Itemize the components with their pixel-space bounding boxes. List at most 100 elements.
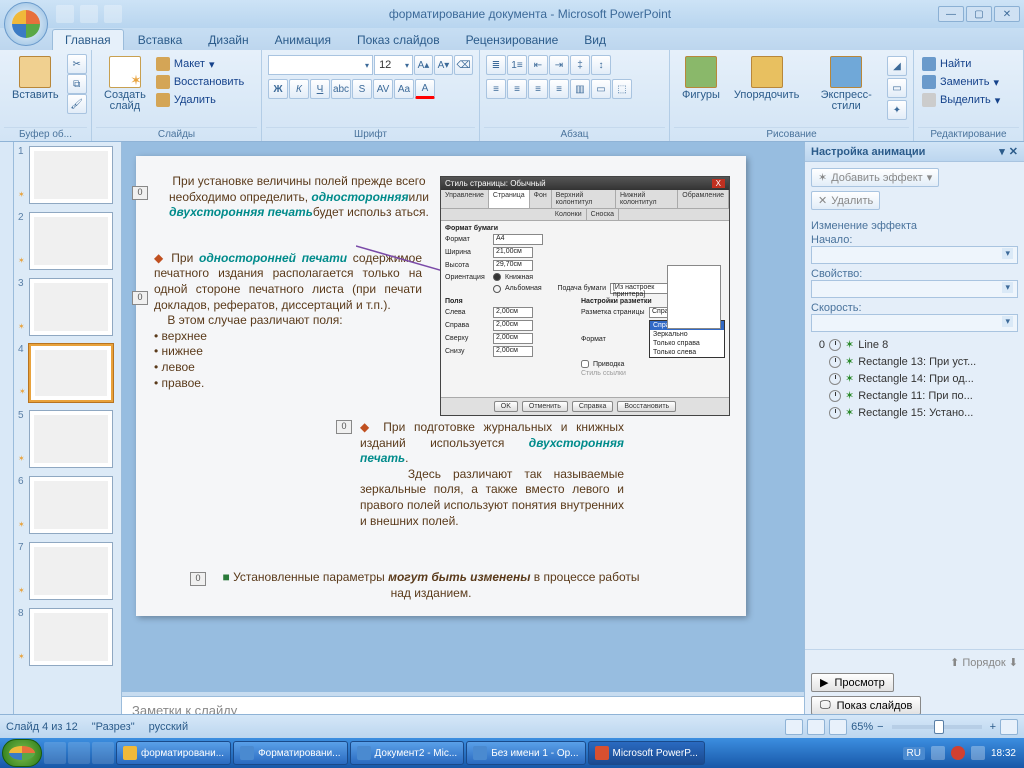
numbering-icon[interactable]: 1≡ [507, 55, 527, 75]
thumbnail-6[interactable]: ✶ [29, 476, 113, 534]
normal-view-icon[interactable] [785, 719, 803, 735]
replace-button[interactable]: Заменить ▾ [920, 74, 1001, 90]
language-indicator[interactable]: RU [903, 747, 925, 760]
slide-text-block-2[interactable]: ◆ При односторонней печати содержимое пе… [154, 251, 422, 391]
copy-icon[interactable]: ⧉ [67, 74, 87, 94]
outline-tab-strip[interactable] [0, 142, 14, 738]
zoom-value[interactable]: 65% [851, 721, 873, 733]
cut-icon[interactable]: ✂ [67, 54, 87, 74]
text-direction-icon[interactable]: ↕ [591, 55, 611, 75]
delete-slide-button[interactable]: Удалить [154, 92, 246, 108]
thumbnail-3[interactable]: ✶ [29, 278, 113, 336]
new-slide-button[interactable]: ✶ Создать слайд [98, 54, 152, 114]
shape-fill-icon[interactable]: ◢ [887, 56, 907, 76]
anim-item[interactable]: ✶Rectangle 11: При по... [811, 387, 1018, 404]
taskbar-item[interactable]: форматировани... [116, 741, 231, 765]
slide-thumbnails-pane[interactable]: 1✶ 2✶ 3✶ 4✶ 5✶ 6✶ 7✶ 8✶ [14, 142, 122, 738]
thumbnail-2[interactable]: ✶ [29, 212, 113, 270]
tray-icon[interactable] [951, 746, 965, 760]
layout-button[interactable]: Макет ▾ [154, 56, 246, 72]
remove-effect-button[interactable]: ✕ Удалить [811, 191, 880, 210]
language-status[interactable]: русский [149, 721, 188, 733]
tab-review[interactable]: Рецензирование [454, 30, 571, 50]
fit-window-icon[interactable] [1000, 719, 1018, 735]
tab-home[interactable]: Главная [52, 29, 124, 50]
slide-canvas-scroll[interactable]: 0 0 0 0 При установке величины полей пре… [122, 142, 804, 692]
quick-styles-button[interactable]: Экспресс-стили [807, 54, 885, 114]
tray-icon[interactable] [931, 746, 945, 760]
indent-dec-icon[interactable]: ⇤ [528, 55, 548, 75]
align-left-icon[interactable]: ≡ [486, 79, 506, 99]
thumbnail-4[interactable]: ✶ [29, 344, 113, 402]
strike-icon[interactable]: abc [331, 79, 351, 99]
shape-effects-icon[interactable]: ✦ [887, 100, 907, 120]
quicklaunch-desktop-icon[interactable] [68, 742, 90, 764]
maximize-button[interactable]: ▢ [966, 6, 992, 22]
slideshow-view-icon[interactable] [829, 719, 847, 735]
shape-outline-icon[interactable]: ▭ [887, 78, 907, 98]
redo-icon[interactable] [104, 5, 122, 23]
font-family-combo[interactable] [268, 55, 373, 75]
tab-view[interactable]: Вид [572, 30, 618, 50]
thumbnail-5[interactable]: ✶ [29, 410, 113, 468]
save-icon[interactable] [56, 5, 74, 23]
smartart-icon[interactable]: ⬚ [612, 79, 632, 99]
slide-text-block-1[interactable]: При установке величины полей прежде всег… [154, 174, 444, 221]
start-combo[interactable] [811, 246, 1018, 264]
tab-animation[interactable]: Анимация [263, 30, 343, 50]
slide-canvas[interactable]: 0 0 0 0 При установке величины полей пре… [136, 156, 746, 616]
clock[interactable]: 18:32 [991, 748, 1016, 759]
anim-pane-close-icon[interactable]: ✕ [1009, 145, 1018, 158]
anim-item[interactable]: 0✶Line 8 [811, 336, 1018, 353]
speed-combo[interactable] [811, 314, 1018, 332]
minimize-button[interactable]: — [938, 6, 964, 22]
zoom-out-icon[interactable]: − [877, 721, 883, 733]
shadow-icon[interactable]: S [352, 79, 372, 99]
italic-icon[interactable]: К [289, 79, 309, 99]
indent-inc-icon[interactable]: ⇥ [549, 55, 569, 75]
grow-font-icon[interactable]: A▴ [414, 55, 433, 75]
tab-insert[interactable]: Вставка [126, 30, 195, 50]
shrink-font-icon[interactable]: A▾ [434, 55, 453, 75]
taskbar-item[interactable]: Форматировани... [233, 741, 347, 765]
undo-icon[interactable] [80, 5, 98, 23]
slide-text-block-4[interactable]: ■ Установленные параметры могут быть изм… [216, 570, 646, 601]
bullets-icon[interactable]: ≣ [486, 55, 506, 75]
office-button[interactable] [4, 2, 48, 46]
taskbar-item[interactable]: Документ2 - Mic... [350, 741, 465, 765]
close-button[interactable]: ✕ [994, 6, 1020, 22]
line-spacing-icon[interactable]: ‡ [570, 55, 590, 75]
property-combo[interactable] [811, 280, 1018, 298]
preview-button[interactable]: ▶ Просмотр [811, 673, 894, 692]
thumbnail-7[interactable]: ✶ [29, 542, 113, 600]
tab-design[interactable]: Дизайн [196, 30, 260, 50]
tray-volume-icon[interactable] [971, 746, 985, 760]
tab-slideshow[interactable]: Показ слайдов [345, 30, 452, 50]
anim-pane-menu-icon[interactable]: ▾ [999, 145, 1005, 158]
anim-item[interactable]: ✶Rectangle 14: При од... [811, 370, 1018, 387]
arrange-button[interactable]: Упорядочить [728, 54, 805, 103]
taskbar-item[interactable]: Без имени 1 - Op... [466, 741, 585, 765]
zoom-in-icon[interactable]: + [990, 721, 996, 733]
justify-icon[interactable]: ≡ [549, 79, 569, 99]
add-effect-button[interactable]: ✶ Добавить эффект ▾ [811, 168, 939, 187]
thumbnail-1[interactable]: ✶ [29, 146, 113, 204]
bold-icon[interactable]: Ж [268, 79, 288, 99]
animation-list[interactable]: 0✶Line 8 ✶Rectangle 13: При уст... ✶Rect… [811, 336, 1018, 421]
font-size-combo[interactable]: 12 [374, 55, 413, 75]
format-painter-icon[interactable]: 🖌 [67, 94, 87, 114]
anim-item[interactable]: ✶Rectangle 15: Устано... [811, 404, 1018, 421]
paste-button[interactable]: Вставить [6, 54, 65, 103]
sorter-view-icon[interactable] [807, 719, 825, 735]
zoom-slider[interactable] [892, 725, 982, 729]
font-color-icon[interactable]: A [415, 79, 435, 99]
quicklaunch-ie-icon[interactable] [44, 742, 66, 764]
start-button[interactable] [2, 739, 42, 767]
slideshow-button[interactable]: 🖵 Показ слайдов [811, 696, 921, 715]
reset-button[interactable]: Восстановить [154, 74, 246, 90]
align-right-icon[interactable]: ≡ [528, 79, 548, 99]
case-icon[interactable]: Aa [394, 79, 414, 99]
shapes-button[interactable]: Фигуры [676, 54, 726, 103]
slide-text-block-3[interactable]: ◆ При подготовке журнальных и книжных из… [360, 420, 624, 529]
thumbnail-8[interactable]: ✶ [29, 608, 113, 666]
